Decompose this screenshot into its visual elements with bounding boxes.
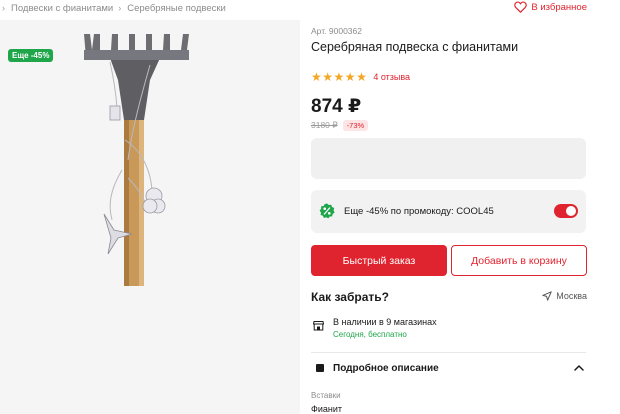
discount-badge: -73% (342, 120, 369, 131)
chevron-right-icon: › (2, 3, 5, 13)
toggle-knob (566, 206, 576, 216)
current-price: 874 ₽ (311, 96, 362, 117)
stock-availability[interactable]: В наличии в 9 магазинах (333, 317, 437, 327)
breadcrumb-item[interactable]: › Подвески с фианитами (0, 3, 113, 14)
star-icon: ★ (322, 70, 334, 84)
breadcrumb: › Подвески с фианитами › Серебряные подв… (0, 0, 226, 16)
city-selector[interactable]: Москва (542, 291, 587, 301)
breadcrumb-label[interactable]: Подвески с фианитами (11, 3, 113, 14)
rating[interactable]: ★ ★ ★ ★ ★ 4 отзыва (311, 71, 410, 83)
pickup-time: Сегодня, бесплатно (333, 330, 407, 339)
product-image (84, 34, 189, 286)
chevron-up-icon[interactable] (573, 362, 585, 374)
star-icon: ★ (344, 70, 356, 84)
chevron-right-icon: › (118, 3, 122, 13)
description-icon (316, 364, 324, 372)
favorites-label: В избранное (531, 1, 587, 13)
article-number: Арт. 9000362 (311, 26, 362, 36)
reviews-link[interactable]: 4 отзыва (373, 72, 410, 82)
attribute-label: Вставки (311, 391, 341, 400)
city-label: Москва (556, 291, 587, 301)
old-price-row: 3180 ₽ -73% (311, 120, 369, 131)
pickup-heading: Как забрать? (311, 290, 389, 304)
store-icon (313, 321, 324, 331)
promo-toggle[interactable] (554, 204, 578, 218)
star-icon: ★ (356, 70, 367, 84)
add-to-favorites-button[interactable]: В избранное (514, 1, 587, 13)
info-panel (311, 138, 586, 179)
divider (311, 352, 586, 353)
product-title: Серебряная подвеска с фианитами (311, 40, 519, 54)
old-price: 3180 ₽ (311, 120, 338, 130)
percent-badge-icon (319, 203, 335, 219)
description-heading[interactable]: Подробное описание (333, 363, 439, 374)
breadcrumb-item[interactable]: › Серебряные подвески (113, 3, 226, 14)
star-icon: ★ (333, 70, 345, 84)
promo-badge: Еще -45% (8, 49, 54, 62)
breadcrumb-label[interactable]: Серебряные подвески (127, 3, 226, 14)
location-arrow-icon (542, 291, 552, 301)
promo-text: Еще -45% по промокоду: COOL45 (344, 206, 494, 217)
product-gallery[interactable]: Еще -45% (0, 20, 300, 414)
star-icon: ★ (311, 70, 322, 84)
add-to-cart-button[interactable]: Добавить в корзину (451, 245, 587, 276)
heart-icon (514, 1, 528, 13)
quick-order-button[interactable]: Быстрый заказ (311, 245, 447, 276)
promo-code-panel: Еще -45% по промокоду: COOL45 (311, 190, 586, 233)
attribute-value: Фианит (311, 404, 342, 414)
